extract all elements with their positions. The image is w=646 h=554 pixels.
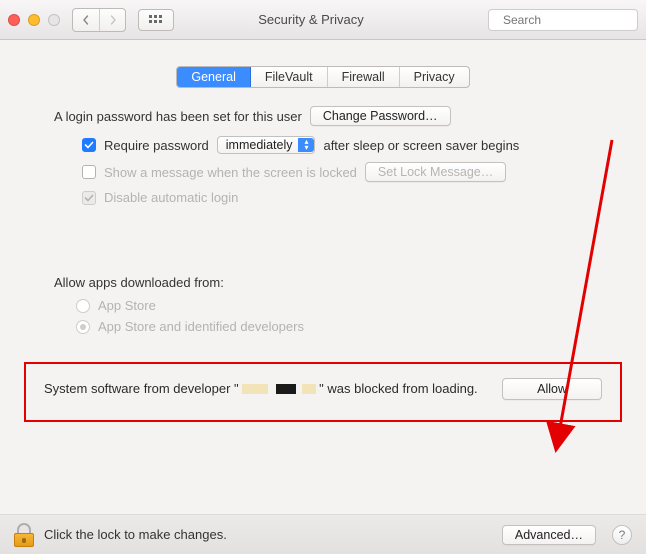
require-password-checkbox[interactable]: [82, 138, 96, 152]
disable-auto-login-label: Disable automatic login: [104, 190, 238, 205]
blocked-software-message: System software from developer " " was b…: [44, 380, 484, 398]
back-button[interactable]: [73, 9, 99, 31]
allow-apps-radio-identified: [76, 320, 90, 334]
tab-privacy[interactable]: Privacy: [400, 67, 469, 87]
minimize-window-button[interactable]: [28, 14, 40, 26]
chevron-up-down-icon: ▴▾: [298, 138, 314, 152]
show-message-checkbox: [82, 165, 96, 179]
general-section: A login password has been set for this u…: [18, 106, 628, 334]
lock-icon[interactable]: [14, 523, 34, 547]
redacted-developer-name: [242, 384, 268, 394]
redacted-developer-name-3: [302, 384, 316, 394]
blocked-msg-prefix: System software from developer ": [44, 381, 239, 396]
allow-apps-radio-appstore: [76, 299, 90, 313]
tab-bar: General FileVault Firewall Privacy: [18, 66, 628, 88]
require-password-label: Require password: [104, 138, 209, 153]
change-password-button[interactable]: Change Password…: [310, 106, 451, 126]
blocked-software-notice: System software from developer " " was b…: [24, 362, 622, 422]
footer-bar: Click the lock to make changes. Advanced…: [0, 514, 646, 554]
forward-button[interactable]: [99, 9, 125, 31]
allow-apps-option-identified: App Store and identified developers: [98, 319, 304, 334]
window-controls: [8, 14, 60, 26]
require-password-delay-select[interactable]: immediately ▴▾: [217, 136, 316, 154]
titlebar: Security & Privacy: [0, 0, 646, 40]
tab-general[interactable]: General: [177, 67, 250, 87]
login-password-set-label: A login password has been set for this u…: [54, 109, 302, 124]
help-button[interactable]: ?: [612, 525, 632, 545]
show-message-label: Show a message when the screen is locked: [104, 165, 357, 180]
zoom-window-button: [48, 14, 60, 26]
require-password-delay-value: immediately: [226, 138, 293, 152]
set-lock-message-button: Set Lock Message…: [365, 162, 506, 182]
advanced-button[interactable]: Advanced…: [502, 525, 596, 545]
nav-back-forward: [72, 8, 126, 32]
window-title: Security & Privacy: [140, 12, 482, 27]
lock-hint-text: Click the lock to make changes.: [44, 527, 227, 542]
pane-content: General FileVault Firewall Privacy A log…: [0, 40, 646, 514]
redacted-developer-name-2: [276, 384, 296, 394]
search-field[interactable]: [488, 9, 638, 31]
allow-apps-option-appstore: App Store: [98, 298, 156, 313]
tab-filevault[interactable]: FileVault: [251, 67, 328, 87]
close-window-button[interactable]: [8, 14, 20, 26]
require-password-suffix: after sleep or screen saver begins: [323, 138, 519, 153]
blocked-msg-suffix: " was blocked from loading.: [319, 381, 478, 396]
tab-firewall[interactable]: Firewall: [328, 67, 400, 87]
disable-auto-login-checkbox: [82, 191, 96, 205]
search-input[interactable]: [501, 12, 646, 28]
allow-apps-heading: Allow apps downloaded from:: [54, 275, 592, 290]
allow-button[interactable]: Allow: [502, 378, 602, 400]
